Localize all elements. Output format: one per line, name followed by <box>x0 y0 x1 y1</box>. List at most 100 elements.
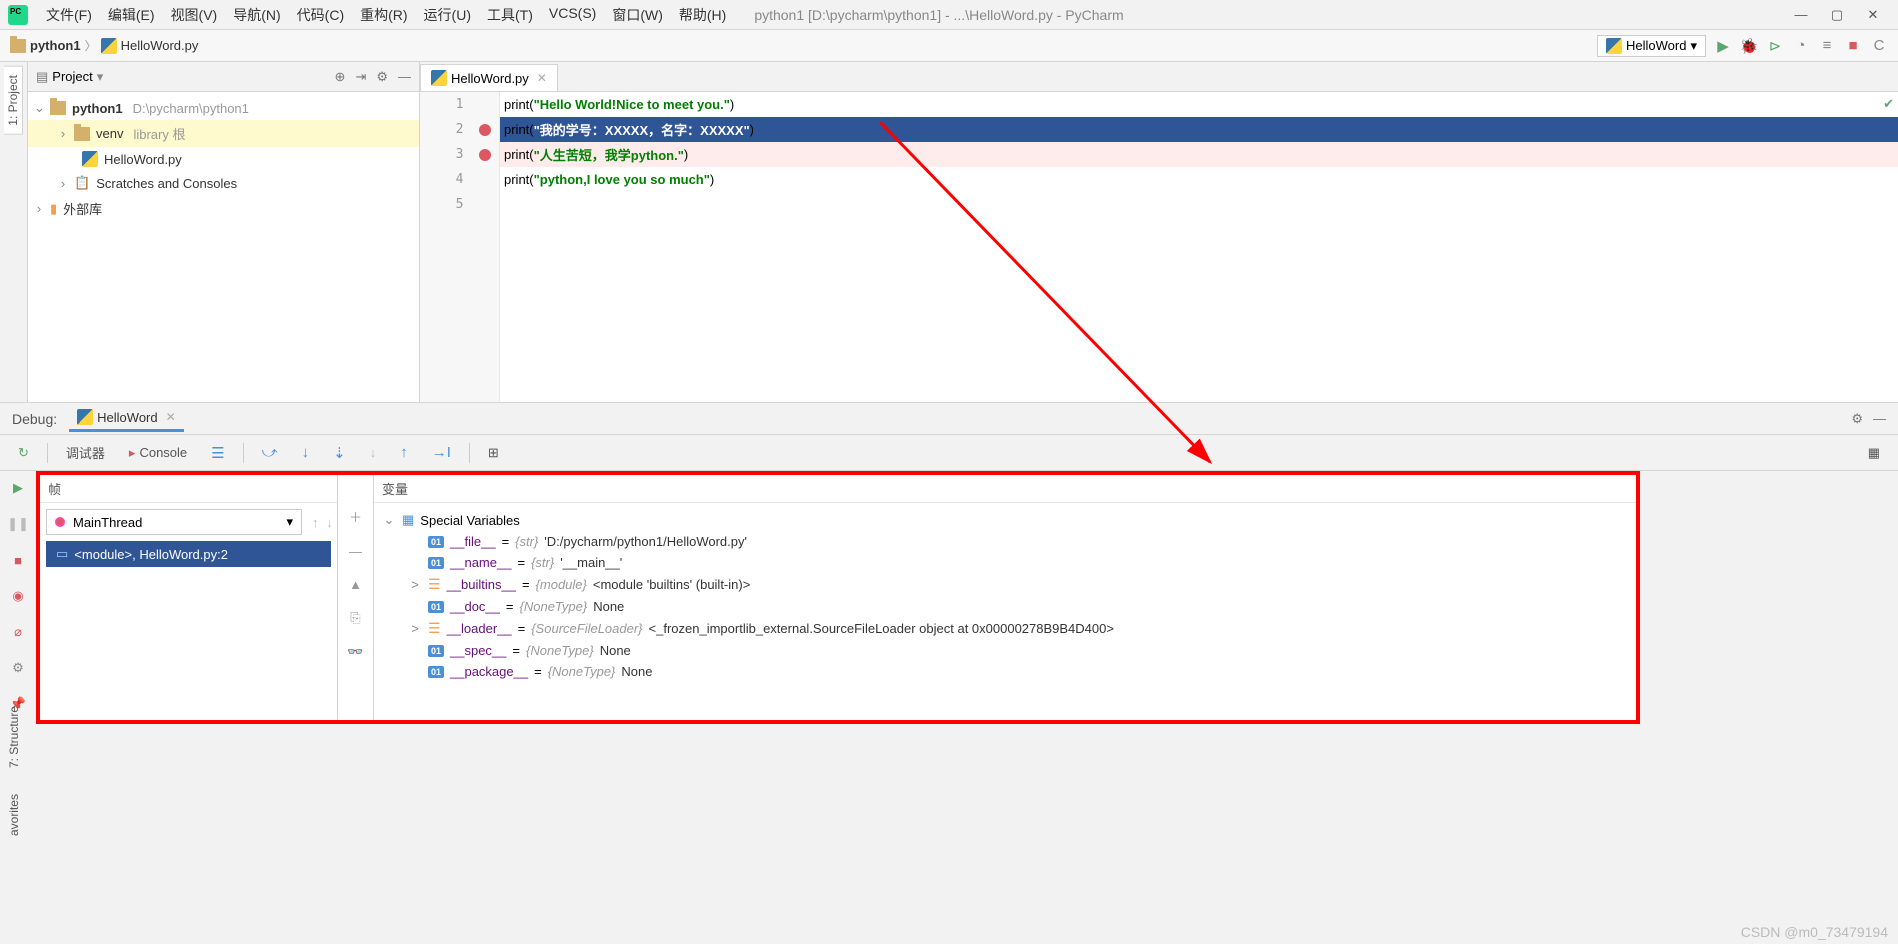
code-line[interactable]: print("我的学号：XXXXX，名字：XXXXX") <box>500 117 1898 142</box>
step-out-button[interactable]: ↑ <box>390 440 418 465</box>
checkmark-icon[interactable]: ✔ <box>1883 96 1894 112</box>
thread-selector[interactable]: MainThread ▾ <box>46 509 302 535</box>
code-line[interactable]: print("python,I love you so much") <box>500 167 1898 192</box>
line-number[interactable]: 1 <box>420 92 499 117</box>
debugger-tab[interactable]: 调试器 <box>56 439 115 466</box>
threads-view-icon[interactable]: ☰ <box>201 440 234 466</box>
editor-body[interactable]: 12345 print("Hello World!Nice to meet yo… <box>420 92 1898 402</box>
run-coverage-button[interactable]: ⊳ <box>1766 37 1784 55</box>
menu-item[interactable]: 文件(F) <box>38 2 100 28</box>
evaluate-button[interactable]: ⊞ <box>478 441 509 465</box>
menu-item[interactable]: 编辑(E) <box>100 2 163 28</box>
breadcrumb-project[interactable]: python1 <box>10 38 81 53</box>
locate-icon[interactable]: ⊕ <box>335 69 346 85</box>
profile-button[interactable]: ◔ <box>1792 37 1810 55</box>
step-into-my-code-button[interactable]: ⇣ <box>323 440 356 466</box>
line-number[interactable]: 2 <box>420 117 499 142</box>
copy-icon[interactable]: ⎘ <box>350 610 360 626</box>
prev-frame-icon[interactable]: ↑ <box>308 511 323 534</box>
breadcrumb-file[interactable]: HelloWord.py <box>101 38 199 54</box>
up-icon[interactable]: ▲ <box>349 577 362 592</box>
expand-arrow-icon[interactable]: › <box>58 126 68 141</box>
menu-item[interactable]: 导航(N) <box>225 2 288 28</box>
force-step-button[interactable]: ↓ <box>360 441 387 464</box>
stop-button[interactable]: ■ <box>1844 37 1862 55</box>
menu-item[interactable]: 重构(R) <box>352 2 415 28</box>
variable-row[interactable]: 01__file__ = {str} 'D:/pycharm/python1/H… <box>378 531 1632 552</box>
code-line[interactable]: print("Hello World!Nice to meet you.") <box>500 92 1898 117</box>
tree-project-root[interactable]: ⌄ python1 D:\pycharm\python1 <box>28 96 419 120</box>
expand-arrow-icon[interactable]: › <box>58 176 68 191</box>
variable-row[interactable]: 01__name__ = {str} '__main__' <box>378 552 1632 573</box>
code-line[interactable] <box>500 192 1898 217</box>
collapse-icon[interactable]: ⇥ <box>355 69 366 85</box>
menu-item[interactable]: VCS(S) <box>541 2 604 28</box>
gear-icon[interactable]: ⚙ <box>376 69 388 85</box>
close-icon[interactable]: ✕ <box>537 71 547 85</box>
stop-button[interactable]: ■ <box>9 551 27 569</box>
tree-file[interactable]: HelloWord.py <box>28 147 419 171</box>
view-breakpoints-button[interactable]: ◉ <box>9 587 27 605</box>
breakpoint-icon[interactable] <box>479 124 491 136</box>
step-over-button[interactable]: ⤻ <box>252 440 288 465</box>
mute-breakpoints-button[interactable]: ⌀ <box>9 623 27 641</box>
tree-ext-lib[interactable]: › ▮ 外部库 <box>28 195 419 222</box>
code-area[interactable]: print("Hello World!Nice to meet you.")pr… <box>500 92 1898 402</box>
menu-item[interactable]: 窗口(W) <box>604 2 671 28</box>
expand-arrow-icon[interactable]: › <box>34 201 44 216</box>
debug-button[interactable]: 🐞 <box>1740 37 1758 55</box>
glasses-icon[interactable]: 👓 <box>347 644 363 660</box>
tool-tab-structure[interactable]: 7: Structure <box>5 698 23 776</box>
variable-row[interactable]: >☰__builtins__ = {module} <module 'built… <box>378 573 1632 596</box>
tool-tab-project[interactable]: 1: Project <box>4 66 23 135</box>
resume-button[interactable]: ▶ <box>9 479 27 497</box>
search-everywhere-button[interactable]: C <box>1870 37 1888 55</box>
debug-session-tab[interactable]: HelloWord ✕ <box>69 405 184 432</box>
tree-scratches[interactable]: › 📋 Scratches and Consoles <box>28 171 419 195</box>
layout-icon[interactable]: ▦ <box>1858 441 1890 465</box>
expand-arrow-icon[interactable]: > <box>408 621 422 636</box>
attach-button[interactable]: ≡ <box>1818 37 1836 55</box>
rerun-button[interactable]: ↻ <box>8 441 39 465</box>
variable-row[interactable]: 01__spec__ = {NoneType} None <box>378 640 1632 661</box>
menu-item[interactable]: 视图(V) <box>163 2 226 28</box>
frame-row[interactable]: ▭ <module>, HelloWord.py:2 <box>46 541 331 567</box>
settings-button[interactable]: ⚙ <box>9 659 27 677</box>
maximize-button[interactable]: ▢ <box>1828 6 1846 24</box>
hide-icon[interactable]: — <box>1873 411 1886 427</box>
remove-watch-icon[interactable]: — <box>349 544 362 559</box>
hide-icon[interactable]: — <box>398 69 411 85</box>
run-button[interactable]: ▶ <box>1714 37 1732 55</box>
collapse-arrow-icon[interactable]: ⌄ <box>382 512 396 528</box>
run-config-selector[interactable]: HelloWord ▾ <box>1597 35 1706 57</box>
next-frame-icon[interactable]: ↓ <box>323 511 338 534</box>
collapse-arrow-icon[interactable]: ⌄ <box>34 100 44 116</box>
variable-row[interactable]: >☰__loader__ = {SourceFileLoader} <_froz… <box>378 617 1632 640</box>
gear-icon[interactable]: ⚙ <box>1851 411 1863 427</box>
menu-item[interactable]: 代码(C) <box>289 2 352 28</box>
breakpoint-icon[interactable] <box>479 149 491 161</box>
tree-venv[interactable]: › venv library 根 <box>28 120 419 147</box>
variable-row[interactable]: 01__package__ = {NoneType} None <box>378 661 1632 682</box>
tool-tab-favorites[interactable]: avorites <box>5 786 23 844</box>
code-line[interactable]: print("人生苦短，我学python.") <box>500 142 1898 167</box>
variable-row[interactable]: 01__doc__ = {NoneType} None <box>378 596 1632 617</box>
run-to-cursor-button[interactable]: →I <box>422 440 461 465</box>
close-icon[interactable]: ✕ <box>166 410 176 424</box>
line-number[interactable]: 3 <box>420 142 499 167</box>
editor-tab-helloword[interactable]: HelloWord.py ✕ <box>420 64 558 91</box>
minimize-button[interactable]: — <box>1792 6 1810 24</box>
menu-item[interactable]: 帮助(H) <box>671 2 734 28</box>
close-button[interactable]: ✕ <box>1864 6 1882 24</box>
console-tab[interactable]: ▸Console <box>119 441 197 465</box>
editor-gutter[interactable]: 12345 <box>420 92 500 402</box>
line-number[interactable]: 5 <box>420 192 499 217</box>
project-view-selector[interactable]: ▤ Project ▾ <box>36 69 103 85</box>
expand-arrow-icon[interactable]: > <box>408 577 422 592</box>
menu-item[interactable]: 工具(T) <box>479 2 541 28</box>
add-watch-icon[interactable]: ＋ <box>349 507 362 526</box>
menu-item[interactable]: 运行(U) <box>416 2 479 28</box>
pause-button[interactable]: ❚❚ <box>9 515 27 533</box>
line-number[interactable]: 4 <box>420 167 499 192</box>
step-into-button[interactable]: ↓ <box>292 440 320 465</box>
